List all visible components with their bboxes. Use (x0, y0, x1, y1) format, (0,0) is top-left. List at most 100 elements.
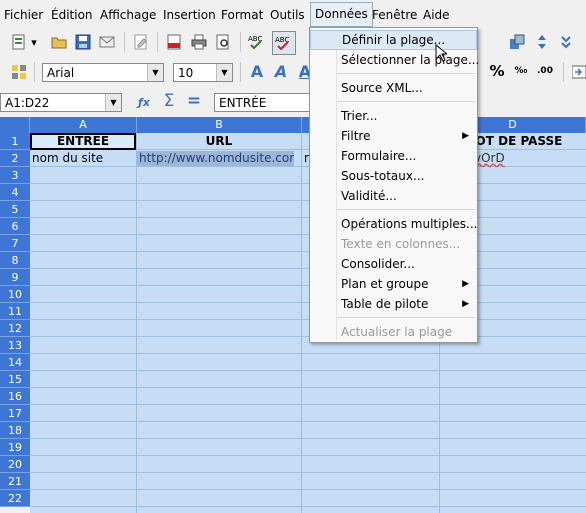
row-header-8[interactable]: 8 (0, 252, 30, 269)
menu-donnees[interactable]: Données (310, 2, 373, 27)
row-header-11[interactable]: 11 (0, 303, 30, 320)
styles-icon[interactable] (10, 63, 28, 81)
menu-item-consolider[interactable]: Consolider... (310, 254, 477, 274)
menu-insertion[interactable]: Insertion (163, 7, 216, 23)
column-header-a[interactable]: A (30, 117, 137, 133)
row-gridline (30, 370, 586, 371)
menu-item-label: Sous-totaux... (341, 169, 425, 183)
function-equals-icon[interactable]: = (185, 91, 203, 111)
autospellcheck-icon[interactable]: ABC (272, 31, 296, 55)
sort-descending-icon[interactable] (557, 33, 575, 51)
print-icon[interactable] (190, 33, 208, 51)
row-header-16[interactable]: 16 (0, 388, 30, 405)
row-header-19[interactable]: 19 (0, 439, 30, 456)
add-decimal-icon[interactable]: .00 (536, 62, 554, 80)
menu-item-trier[interactable]: Trier... (310, 106, 477, 126)
row-gridline (30, 404, 586, 405)
name-box-value: A1:D22 (5, 96, 50, 110)
row-header-10[interactable]: 10 (0, 286, 30, 303)
sort-ascending-icon[interactable] (533, 33, 551, 51)
cell-b1[interactable]: URL (137, 133, 301, 150)
email-icon[interactable] (98, 33, 116, 51)
toolbar-separator (240, 32, 241, 52)
row-header-13[interactable]: 13 (0, 337, 30, 354)
chevron-down-icon[interactable]: ▼ (216, 64, 232, 81)
row-header-9[interactable]: 9 (0, 269, 30, 286)
menu-affichage[interactable]: Affichage (100, 7, 156, 23)
menu-outils[interactable]: Outils (270, 7, 305, 23)
menu-item-label: Opérations multiples... (341, 217, 478, 231)
menu-item-label: Table de pilote (341, 297, 429, 311)
menu-fichier[interactable]: Fichier (4, 7, 43, 23)
menu-item-table-de-pilote[interactable]: Table de pilote ▶ (310, 294, 477, 314)
number-format-icon[interactable]: %₀ (512, 62, 530, 80)
toolbar-separator (157, 32, 158, 52)
menu-item-source-xml[interactable]: Source XML... (310, 78, 477, 98)
save-icon[interactable] (74, 33, 92, 51)
menu-item-label: Trier... (341, 109, 378, 123)
menu-item-sous-totaux[interactable]: Sous-totaux... (310, 166, 477, 186)
row-header-7[interactable]: 7 (0, 235, 30, 252)
cell-area[interactable]: ENTRÉE URL MOT DE PASSE nom du site http… (30, 133, 586, 513)
row-gridline (30, 455, 586, 456)
open-icon[interactable] (50, 33, 68, 51)
menu-item-operations-multiples[interactable]: Opérations multiples... (310, 214, 477, 234)
menu-item-formulaire[interactable]: Formulaire... (310, 146, 477, 166)
row-header-21[interactable]: 21 (0, 473, 30, 490)
chevron-down-icon[interactable]: ▼ (105, 94, 121, 111)
row-header-14[interactable]: 14 (0, 354, 30, 371)
font-name-combo[interactable]: Arial ▼ (42, 63, 164, 82)
row-header-3[interactable]: 3 (0, 167, 30, 184)
row-header-4[interactable]: 4 (0, 184, 30, 201)
row-header-17[interactable]: 17 (0, 405, 30, 422)
function-wizard-icon[interactable]: ƒx (135, 93, 153, 111)
menu-separator (338, 101, 475, 102)
font-size-combo[interactable]: 10 ▼ (173, 63, 233, 82)
row-gridline (30, 489, 586, 490)
row-header-1[interactable]: 1 (0, 133, 30, 150)
cell-a1[interactable]: ENTRÉE (30, 133, 136, 150)
chevron-down-icon[interactable]: ▼ (147, 64, 163, 81)
formula-bar: A1:D22 ▼ ƒx Σ = ENTRÉE (0, 88, 586, 116)
menu-item-filtre[interactable]: Filtre ▶ (310, 126, 477, 146)
menu-item-label: Actualiser la plage (341, 325, 453, 339)
menu-format[interactable]: Format (221, 7, 263, 23)
menu-aide[interactable]: Aide (423, 7, 450, 23)
new-dropdown-icon[interactable]: ▾ (30, 33, 38, 51)
cell-b2[interactable]: http://www.nomdusite.com (137, 151, 294, 166)
edit-file-icon[interactable] (132, 33, 150, 51)
italic-icon[interactable]: A (272, 62, 290, 81)
menu-edition[interactable]: Édition (51, 7, 93, 23)
row-header-5[interactable]: 5 (0, 201, 30, 218)
row-header-18[interactable]: 18 (0, 422, 30, 439)
row-header-12[interactable]: 12 (0, 320, 30, 337)
new-document-icon[interactable] (10, 33, 28, 51)
formula-input[interactable]: ENTRÉE (214, 93, 314, 112)
menu-separator (338, 73, 475, 74)
row-header-15[interactable]: 15 (0, 371, 30, 388)
menu-item-selectionner-plage[interactable]: Sélectionner la plage... (310, 50, 479, 70)
toolbar-separator (240, 62, 241, 82)
menu-item-plan-et-groupe[interactable]: Plan et groupe ▶ (310, 274, 477, 294)
row-header-2[interactable]: 2 (0, 150, 30, 167)
percent-format-icon[interactable]: % (488, 62, 506, 80)
cell-d2[interactable]: vOrD (474, 150, 584, 167)
menu-item-validite[interactable]: Validité... (310, 186, 477, 206)
sum-icon[interactable]: Σ (160, 91, 178, 111)
print-preview-icon[interactable] (214, 33, 232, 51)
column-header-b[interactable]: B (137, 117, 302, 133)
navigator-icon[interactable] (508, 33, 526, 51)
indent-icon[interactable] (570, 63, 586, 81)
row-header-6[interactable]: 6 (0, 218, 30, 235)
name-box[interactable]: A1:D22 ▼ (0, 93, 122, 112)
menu-fenetre[interactable]: Fenêtre (372, 7, 417, 23)
select-all-corner[interactable] (0, 117, 30, 133)
export-pdf-icon[interactable] (165, 33, 183, 51)
row-header-20[interactable]: 20 (0, 456, 30, 473)
menu-item-definir-plage[interactable]: Définir la plage... (310, 30, 477, 50)
menu-item-label: Source XML... (341, 81, 423, 95)
cell-a2[interactable]: nom du site (32, 150, 136, 167)
row-header-22[interactable]: 22 (0, 490, 30, 507)
spellcheck-icon[interactable]: ABC (248, 33, 266, 51)
bold-icon[interactable]: A (248, 62, 266, 81)
